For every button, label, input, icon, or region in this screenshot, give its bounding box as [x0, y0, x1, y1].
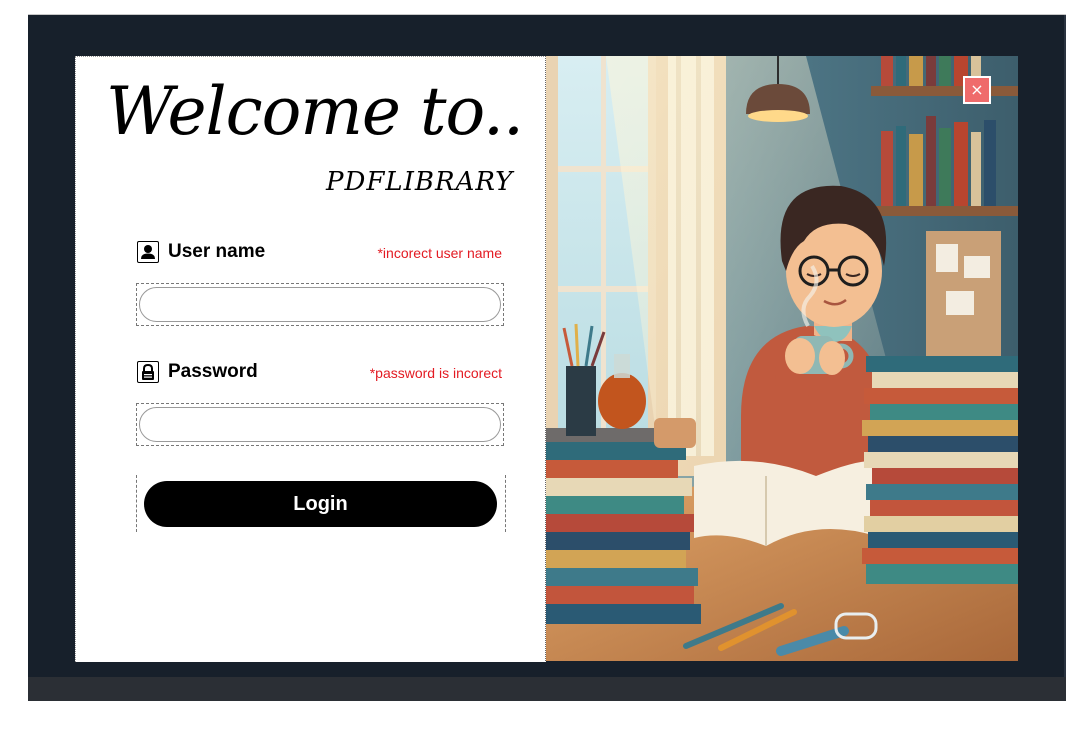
username-label: User name — [168, 241, 266, 262]
close-icon: × — [970, 80, 984, 99]
username-label-row: User name *incorect user name — [137, 241, 502, 267]
lock-icon — [137, 361, 159, 383]
password-label-row: Password *password is incorect — [137, 361, 502, 387]
username-input[interactable] — [139, 287, 501, 322]
window-bottom-bar — [28, 677, 1066, 701]
illustration-panel — [545, 56, 1018, 661]
login-form-panel: Welcome to.. PDFLIBRARY User name *incor… — [75, 56, 546, 662]
close-button[interactable]: × — [963, 76, 991, 104]
user-icon — [137, 241, 159, 263]
password-field-frame — [136, 403, 504, 446]
library-name: PDFLIBRARY — [326, 167, 514, 197]
login-button-frame: Login — [136, 475, 506, 532]
password-error: *password is incorect — [369, 365, 502, 381]
username-field-frame — [136, 283, 504, 326]
password-input[interactable] — [139, 407, 501, 442]
welcome-title: Welcome to.. — [106, 73, 524, 150]
password-label: Password — [168, 361, 258, 382]
username-error: *incorect user name — [377, 245, 502, 261]
window-edge — [1064, 15, 1066, 677]
login-window: Welcome to.. PDFLIBRARY User name *incor… — [28, 14, 1066, 701]
reading-student-illustration — [546, 56, 1018, 661]
login-button[interactable]: Login — [144, 481, 497, 527]
